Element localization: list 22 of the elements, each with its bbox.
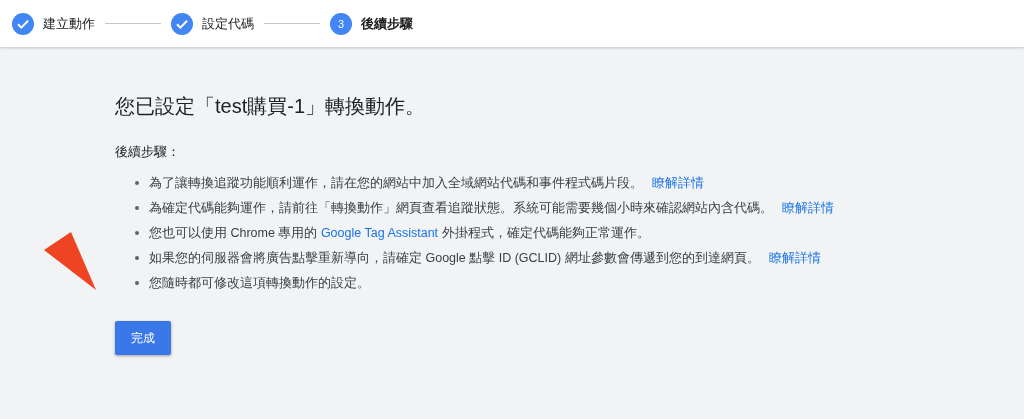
bullet-icon xyxy=(135,256,139,260)
bullet-icon xyxy=(135,181,139,185)
step-label[interactable]: 設定代碼 xyxy=(202,14,254,33)
step-label[interactable]: 後續步驟 xyxy=(361,14,413,33)
pointer-arrow xyxy=(44,232,98,292)
step-label[interactable]: 建立動作 xyxy=(43,14,95,33)
step-number: 3 xyxy=(330,12,352,35)
learn-more-link[interactable]: 瞭解詳情 xyxy=(782,200,834,215)
list-item-text: 為確定代碼能夠運作，請前往「轉換動作」網頁查看追蹤狀態。系統可能需要幾個小時來確認網站內含代碼。 瞭解詳情 xyxy=(149,199,834,217)
page-title: 您已設定「test購買-1」轉換動作。 xyxy=(115,94,427,119)
bullet-icon xyxy=(135,231,139,235)
list-item-text: 為了讓轉換追蹤功能順利運作，請在您的網站中加入全域網站代碼和事件程式碼片段。 瞭解詳情 xyxy=(149,174,704,192)
list-item-text: 您也可以使用 Chrome 專用的 Google Tag Assistant 外掛程式，確定代碼能夠正常運作。 xyxy=(149,224,650,242)
list-item-text: 您隨時都可修改這項轉換動作的設定。 xyxy=(149,274,370,292)
learn-more-link[interactable]: 瞭解詳情 xyxy=(768,250,821,265)
bullet-icon xyxy=(135,281,139,285)
bullet-icon xyxy=(135,206,139,210)
done-button[interactable]: 完成 xyxy=(115,321,171,355)
link[interactable]: Google Tag Assistant xyxy=(320,225,439,240)
learn-more-link[interactable]: 瞭解詳情 xyxy=(652,175,704,190)
section-label: 後續步驟： xyxy=(115,143,181,161)
list-item-text: 如果您的伺服器會將廣告點擊重新導向，請確定 Google 點擊 ID (GCLID) 網址參數會傳遞到您的到達網頁。 瞭解詳情 xyxy=(149,249,821,267)
